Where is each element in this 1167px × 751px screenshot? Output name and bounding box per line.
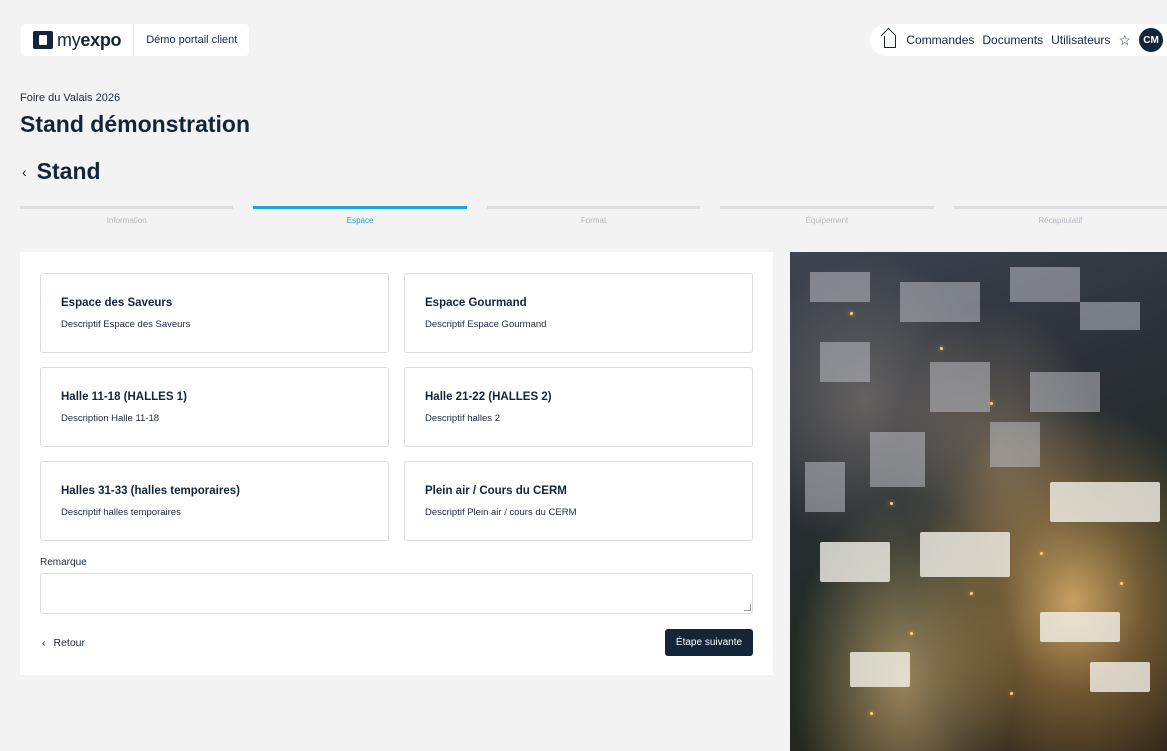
fairground-aerial-photo	[790, 252, 1167, 751]
step-label: Récapitulatif	[1038, 216, 1083, 225]
space-title: Plein air / Cours du CERM	[425, 485, 567, 497]
space-selection-panel: Espace des Saveurs Descriptif Espace des…	[20, 252, 773, 675]
step-bar	[486, 206, 701, 209]
star-icon[interactable]: ☆	[1118, 33, 1131, 47]
home-icon[interactable]	[884, 35, 897, 48]
step-label: Format	[580, 216, 607, 225]
logo-mark-icon	[33, 31, 53, 49]
nav-documents[interactable]: Documents	[982, 33, 1043, 47]
chevron-left-icon: ‹	[42, 637, 46, 649]
step-information[interactable]: Information	[20, 206, 234, 225]
remarque-label: Remarque	[40, 557, 87, 568]
section-title: Stand	[36, 158, 101, 184]
space-card[interactable]: Halles 31-33 (halles temporaires) Descri…	[40, 461, 389, 541]
top-navigation: Commandes Documents Utilisateurs ☆ CM	[870, 24, 1167, 56]
portal-name: Démo portail client	[133, 24, 250, 56]
step-label: Équipement	[805, 216, 849, 225]
space-description: Descriptif Plein air / cours du CERM	[425, 507, 577, 518]
space-card[interactable]: Plein air / Cours du CERM Descriptif Ple…	[404, 461, 753, 541]
back-button[interactable]: ‹ Retour	[42, 637, 85, 649]
space-title: Halle 11-18 (HALLES 1)	[61, 391, 187, 403]
page-title: Stand démonstration	[20, 111, 251, 137]
space-description: Descriptif halles temporaires	[61, 507, 181, 518]
user-avatar[interactable]: CM	[1139, 28, 1163, 52]
step-label: Espace	[346, 216, 374, 225]
space-description: Descriptif Espace Gourmand	[425, 319, 547, 330]
space-title: Espace Gourmand	[425, 297, 527, 309]
remarque-textarea[interactable]	[40, 573, 753, 614]
step-recapitulatif[interactable]: Récapitulatif	[953, 206, 1167, 225]
chevron-left-icon[interactable]: ‹	[22, 164, 27, 180]
event-name: Foire du Valais 2026	[20, 92, 121, 104]
step-espace[interactable]: Espace	[253, 206, 467, 225]
space-title: Espace des Saveurs	[61, 297, 173, 309]
space-description: Descriptif halles 2	[425, 413, 500, 424]
space-card[interactable]: Espace Gourmand Descriptif Espace Gourma…	[404, 273, 753, 353]
space-card[interactable]: Halle 11-18 (HALLES 1) Description Halle…	[40, 367, 389, 447]
step-bar	[253, 206, 467, 209]
space-card[interactable]: Espace des Saveurs Descriptif Espace des…	[40, 273, 389, 353]
nav-utilisateurs[interactable]: Utilisateurs	[1051, 33, 1110, 47]
space-title: Halles 31-33 (halles temporaires)	[61, 485, 240, 497]
myexpo-logo[interactable]: myexpo	[21, 24, 134, 56]
step-equipement[interactable]: Équipement	[720, 206, 934, 225]
back-label: Retour	[53, 637, 86, 649]
step-label: Information	[106, 216, 147, 225]
nav-commandes[interactable]: Commandes	[906, 33, 974, 47]
resize-grip-icon[interactable]	[744, 604, 751, 611]
space-card[interactable]: Halle 21-22 (HALLES 2) Descriptif halles…	[404, 367, 753, 447]
step-bar	[953, 206, 1167, 209]
brand-bar: myexpo Démo portail client	[21, 24, 250, 56]
step-bar	[720, 206, 934, 209]
stepper: Information Espace Format Équipement Réc…	[20, 206, 1167, 225]
step-bar	[20, 206, 234, 209]
step-format[interactable]: Format	[486, 206, 701, 225]
space-description: Description Halle 11-18	[61, 413, 160, 424]
space-title: Halle 21-22 (HALLES 2)	[425, 391, 552, 403]
section-header: ‹ Stand	[22, 158, 101, 185]
next-step-button[interactable]: Étape suivante	[665, 629, 753, 656]
space-description: Descriptif Espace des Saveurs	[61, 319, 191, 330]
